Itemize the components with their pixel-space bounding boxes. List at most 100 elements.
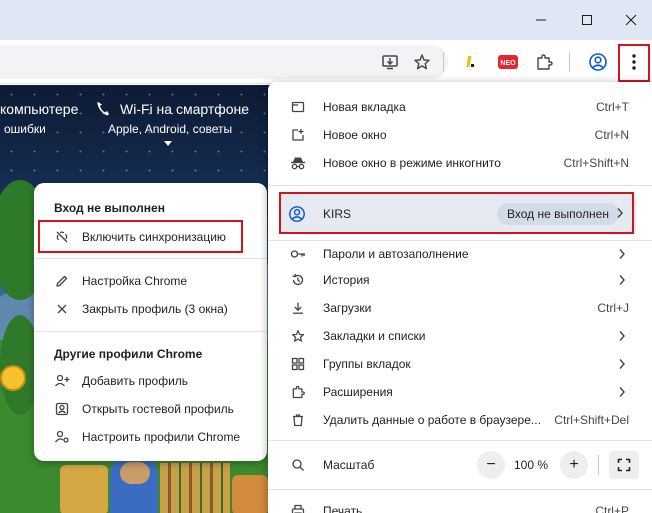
manage-profiles-label: Настроить профили Chrome xyxy=(82,430,241,444)
zoom-minus-label: − xyxy=(486,456,496,473)
install-app-icon[interactable] xyxy=(378,50,402,74)
zoom-separator xyxy=(598,455,599,475)
maximize-button[interactable] xyxy=(564,0,610,40)
menu-button-highlight xyxy=(618,44,650,82)
menu-item-incognito[interactable]: Новое окно в режиме инкогнито Ctrl+Shift… xyxy=(268,149,652,177)
history-icon xyxy=(290,272,306,288)
incognito-label: Новое окно в режиме инкогнито xyxy=(323,156,501,170)
character-illustration xyxy=(160,463,230,513)
menu-item-passwords[interactable]: Пароли и автозаполнение xyxy=(268,240,652,268)
zoom-icon xyxy=(290,457,306,473)
pencil-icon xyxy=(54,273,70,289)
menu-item-bookmarks[interactable]: Закладки и списки xyxy=(268,322,652,350)
promo-left-subtitle[interactable]: ошибки xyxy=(4,122,46,136)
divider xyxy=(268,185,652,186)
bookmarks-label: Закладки и списки xyxy=(323,329,426,343)
title-bar xyxy=(0,0,652,40)
menu-item-clear-data[interactable]: Удалить данные о работе в браузере... Ct… xyxy=(268,406,652,434)
profile-icon[interactable] xyxy=(586,50,610,74)
add-profile-item[interactable]: Добавить профиль xyxy=(34,367,267,395)
divider xyxy=(34,258,267,259)
new-window-icon xyxy=(290,127,306,143)
character-illustration xyxy=(232,475,268,513)
character-illustration xyxy=(60,465,108,513)
key-icon xyxy=(290,246,306,262)
customize-chrome-label: Настройка Chrome xyxy=(82,274,188,288)
person-add-icon xyxy=(54,373,70,389)
add-profile-label: Добавить профиль xyxy=(82,374,189,388)
manage-profiles-item[interactable]: Настроить профили Chrome xyxy=(34,423,267,451)
divider xyxy=(268,440,652,441)
neo-label: NEO xyxy=(500,60,516,67)
divider xyxy=(34,331,267,332)
menu-item-new-window[interactable]: Новое окно Ctrl+N xyxy=(268,121,652,149)
character-head-illustration xyxy=(120,462,150,484)
print-shortcut: Ctrl+P xyxy=(595,504,629,513)
toolbar-separator xyxy=(569,52,570,72)
print-label: Печать... xyxy=(323,504,373,513)
chrome-main-menu: Новая вкладка Ctrl+T Новое окно Ctrl+N Н… xyxy=(268,82,652,513)
chevron-right-icon xyxy=(616,357,628,371)
other-profiles-header: Другие профили Chrome xyxy=(54,347,203,361)
extensions-puzzle-icon[interactable] xyxy=(532,50,556,74)
divider xyxy=(268,489,652,490)
minimize-button[interactable] xyxy=(518,0,564,40)
clear-data-label: Удалить данные о работе в браузере... xyxy=(323,413,541,427)
incognito-icon xyxy=(290,155,306,171)
passwords-label: Пароли и автозаполнение xyxy=(323,247,469,261)
downloads-shortcut: Ctrl+J xyxy=(597,301,629,315)
extensions-puzzle-icon xyxy=(290,384,306,400)
promo-left-title[interactable]: компьютере xyxy=(0,101,78,117)
chevron-right-icon xyxy=(616,273,628,287)
caret-down-icon xyxy=(164,141,172,146)
menu-item-print[interactable]: Печать... Ctrl+P xyxy=(268,497,652,513)
new-tab-shortcut: Ctrl+T xyxy=(596,100,629,114)
bookmark-star-icon[interactable] xyxy=(410,50,434,74)
smartphone-icon xyxy=(97,102,109,116)
zoom-label: Масштаб xyxy=(323,458,375,472)
menu-item-history[interactable]: История xyxy=(268,266,652,294)
maximize-icon xyxy=(582,15,592,25)
zoom-out-button[interactable]: − xyxy=(477,451,505,479)
zoom-in-button[interactable]: + xyxy=(560,451,588,479)
menu-item-downloads[interactable]: Загрузки Ctrl+J xyxy=(268,294,652,322)
manage-profiles-icon xyxy=(54,429,70,445)
clear-data-shortcut: Ctrl+Shift+Del xyxy=(554,413,629,427)
profile-popup: Вход не выполнен Включить синхронизацию … xyxy=(34,183,267,461)
chevron-right-icon xyxy=(616,329,628,343)
browser-toolbar: NEO xyxy=(0,40,652,84)
close-profile-label: Закрыть профиль (3 окна) xyxy=(82,302,228,316)
close-icon xyxy=(625,14,637,26)
extension-yellow-icon[interactable] xyxy=(458,50,482,74)
guest-profile-label: Открыть гостевой профиль xyxy=(82,402,234,416)
menu-item-zoom: Масштаб xyxy=(268,451,652,479)
close-profile-item[interactable]: Закрыть профиль (3 окна) xyxy=(34,295,267,323)
guest-icon xyxy=(54,401,70,417)
close-icon xyxy=(54,301,70,317)
zoom-value: 100 % xyxy=(514,458,549,472)
promo-right-subtitle[interactable]: Apple, Android, советы xyxy=(108,122,232,136)
extensions-label: Расширения xyxy=(323,385,393,399)
tab-groups-icon xyxy=(290,356,306,372)
customize-chrome-item[interactable]: Настройка Chrome xyxy=(34,267,267,295)
chevron-right-icon xyxy=(616,247,628,261)
fullscreen-icon xyxy=(617,458,631,472)
sync-highlight xyxy=(38,220,243,253)
menu-item-extensions[interactable]: Расширения xyxy=(268,378,652,406)
zoom-plus-label: + xyxy=(569,456,579,473)
extension-neo-icon[interactable]: NEO xyxy=(496,50,520,74)
sun-illustration xyxy=(0,365,26,391)
new-tab-label: Новая вкладка xyxy=(323,100,406,114)
fullscreen-button[interactable] xyxy=(609,451,639,479)
menu-item-tab-groups[interactable]: Группы вкладок xyxy=(268,350,652,378)
sign-in-status-header: Вход не выполнен xyxy=(54,201,165,215)
print-icon xyxy=(290,503,306,513)
guest-profile-item[interactable]: Открыть гостевой профиль xyxy=(34,395,267,423)
promo-right-title[interactable]: Wi-Fi на смартфоне xyxy=(120,101,249,117)
close-button[interactable] xyxy=(608,0,652,40)
toolbar-separator xyxy=(443,52,444,72)
menu-item-new-tab[interactable]: Новая вкладка Ctrl+T xyxy=(268,93,652,121)
minimize-icon xyxy=(536,19,546,21)
history-label: История xyxy=(323,273,370,287)
profile-row-highlight xyxy=(279,192,634,234)
